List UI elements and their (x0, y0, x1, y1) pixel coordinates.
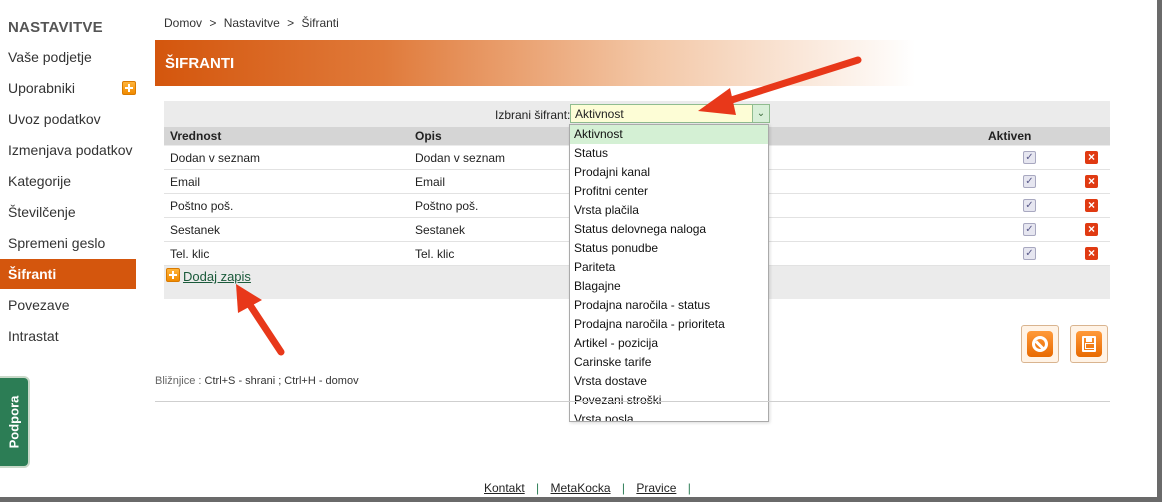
footer-separator: | (687, 481, 691, 495)
support-tab-label: Podpora (6, 395, 22, 449)
sidebar-title: NASTAVITVE (8, 19, 103, 36)
divider (155, 401, 1110, 402)
sidebar-item-izmenjava-podatkov[interactable]: Izmenjava podatkov (0, 135, 136, 165)
codebook-dropdown-list[interactable]: Aktivnost Status Prodajni kanal Profitni… (569, 124, 769, 422)
sidebar-item-spremeni-geslo[interactable]: Spremeni geslo (0, 228, 136, 258)
cell-value[interactable]: Poštno poš. (170, 199, 233, 213)
cell-description[interactable]: Sestanek (415, 223, 465, 237)
footer: Kontakt | MetaKocka | Pravice | (484, 481, 699, 495)
dropdown-option[interactable]: Vrsta dostave (570, 372, 768, 391)
save-icon (1076, 331, 1102, 357)
dropdown-option[interactable]: Status (570, 144, 768, 163)
dropdown-option[interactable]: Carinske tarife (570, 353, 768, 372)
codebook-select[interactable]: Aktivnost ⌄ (570, 104, 770, 123)
dropdown-option[interactable]: Status ponudbe (570, 239, 768, 258)
breadcrumb: Domov > Nastavitve > Šifranti (164, 16, 343, 30)
dropdown-option[interactable]: Artikel - pozicija (570, 334, 768, 353)
dropdown-option[interactable]: Profitni center (570, 182, 768, 201)
dropdown-option[interactable]: Prodajna naročila - prioriteta (570, 315, 768, 334)
delete-icon[interactable]: × (1085, 199, 1098, 212)
footer-separator: | (536, 481, 540, 495)
dropdown-option[interactable]: Prodajna naročila - status (570, 296, 768, 315)
sidebar-item-sifranti[interactable]: Šifranti (0, 259, 136, 289)
cell-description[interactable]: Dodan v seznam (415, 151, 505, 165)
active-checkbox[interactable]: ✓ (1023, 247, 1036, 260)
column-header-active: Aktiven (988, 129, 1032, 143)
dropdown-option[interactable]: Vrsta posla (570, 410, 768, 421)
footer-link-metakocka[interactable]: MetaKocka (551, 481, 611, 495)
sidebar-item-uporabniki[interactable]: Uporabniki (0, 73, 136, 103)
dropdown-option[interactable]: Pariteta (570, 258, 768, 277)
active-checkbox[interactable]: ✓ (1023, 199, 1036, 212)
cell-description[interactable]: Tel. klic (415, 247, 454, 261)
breadcrumb-current: Šifranti (301, 16, 339, 30)
sidebar-item-vase-podjetje[interactable]: Vaše podjetje (0, 42, 136, 72)
cell-value[interactable]: Sestanek (170, 223, 220, 237)
dropdown-option[interactable]: Vrsta plačila (570, 201, 768, 220)
sidebar-item-stevilcenje[interactable]: Številčenje (0, 197, 136, 227)
page-header: ŠIFRANTI (155, 40, 915, 86)
breadcrumb-separator: > (209, 16, 217, 30)
active-checkbox[interactable]: ✓ (1023, 175, 1036, 188)
plus-icon[interactable] (166, 268, 180, 282)
column-header-value: Vrednost (170, 129, 222, 143)
footer-separator: | (621, 481, 626, 495)
sidebar-item-label: Uporabniki (8, 80, 75, 96)
dropdown-option[interactable]: Status delovnega naloga (570, 220, 768, 239)
cancel-button[interactable] (1021, 325, 1059, 363)
cell-description[interactable]: Email (415, 175, 445, 189)
sidebar-item-uvoz-podatkov[interactable]: Uvoz podatkov (0, 104, 136, 134)
cell-description[interactable]: Poštno poš. (415, 199, 478, 213)
footer-link-kontakt[interactable]: Kontakt (484, 481, 525, 495)
sidebar-item-intrastat[interactable]: Intrastat (0, 321, 136, 351)
active-checkbox[interactable]: ✓ (1023, 151, 1036, 164)
save-button[interactable] (1070, 325, 1108, 363)
shortcuts-hint: Bližnjice : Ctrl+S - shrani ; Ctrl+H - d… (155, 375, 359, 387)
page-title: ŠIFRANTI (165, 55, 235, 72)
codebook-select-label: Izbrani šifrant: (495, 108, 571, 122)
add-user-icon[interactable] (122, 81, 136, 95)
active-checkbox[interactable]: ✓ (1023, 223, 1036, 236)
codebook-select-value: Aktivnost (575, 107, 624, 121)
shortcuts-label: Bližnjice : (155, 375, 202, 387)
add-record-link[interactable]: Dodaj zapis (183, 269, 251, 284)
cell-value[interactable]: Tel. klic (170, 247, 209, 261)
footer-link-pravice[interactable]: Pravice (636, 481, 676, 495)
breadcrumb-settings[interactable]: Nastavitve (224, 16, 280, 30)
delete-icon[interactable]: × (1085, 175, 1098, 188)
column-header-description: Opis (415, 129, 442, 143)
delete-icon[interactable]: × (1085, 151, 1098, 164)
sidebar-item-povezave[interactable]: Povezave (0, 290, 136, 320)
cell-value[interactable]: Dodan v seznam (170, 151, 260, 165)
breadcrumb-separator: > (287, 16, 295, 30)
dropdown-option[interactable]: Blagajne (570, 277, 768, 296)
delete-icon[interactable]: × (1085, 223, 1098, 236)
support-tab[interactable]: Podpora (0, 376, 30, 468)
delete-icon[interactable]: × (1085, 247, 1098, 260)
window-edge (1157, 0, 1162, 502)
cell-value[interactable]: Email (170, 175, 200, 189)
window-edge (0, 497, 1162, 502)
cancel-icon (1027, 331, 1053, 357)
shortcuts-text: Ctrl+S - shrani ; Ctrl+H - domov (204, 375, 359, 387)
sidebar-item-kategorije[interactable]: Kategorije (0, 166, 136, 196)
chevron-down-icon[interactable]: ⌄ (752, 105, 769, 122)
dropdown-option[interactable]: Prodajni kanal (570, 163, 768, 182)
dropdown-option[interactable]: Aktivnost (570, 125, 768, 144)
breadcrumb-home[interactable]: Domov (164, 16, 202, 30)
